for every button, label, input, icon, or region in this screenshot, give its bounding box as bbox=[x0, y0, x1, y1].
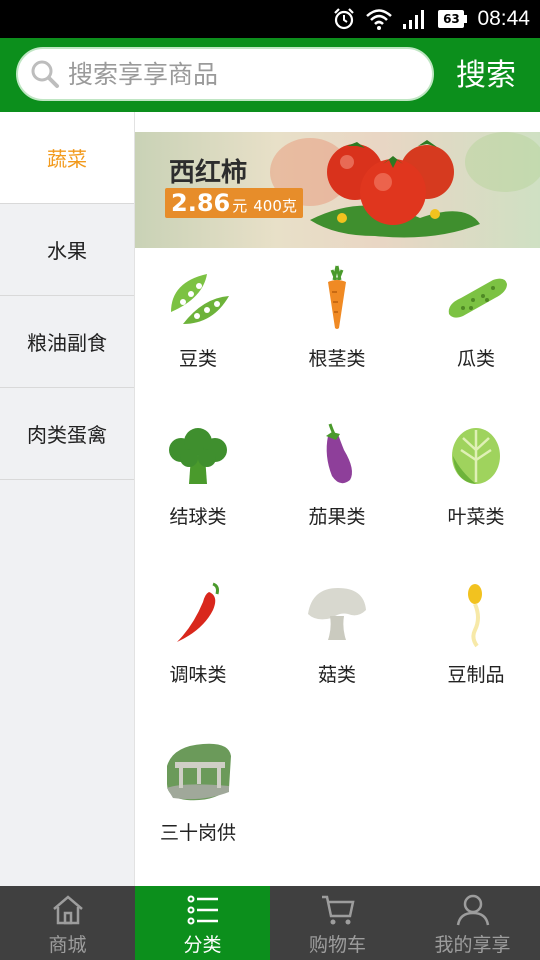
subcategory-beans[interactable]: 豆类 bbox=[135, 248, 261, 404]
home-icon bbox=[52, 895, 83, 925]
signal-icon bbox=[403, 10, 425, 29]
broccoli-icon bbox=[169, 428, 227, 484]
subcategory-heading-vegetables[interactable]: 结球类 bbox=[135, 406, 261, 562]
subcategory-nightshades[interactable]: 茄果类 bbox=[274, 406, 400, 562]
banner-weight: 400克 bbox=[253, 197, 297, 215]
subcategory-label: 菇类 bbox=[317, 664, 356, 686]
subcategory-sanshigang[interactable]: 三十岗供 bbox=[135, 722, 261, 878]
list-icon bbox=[187, 895, 218, 925]
user-icon bbox=[456, 894, 489, 926]
tab-label: 我的享享 bbox=[434, 934, 511, 956]
subcategory-label: 结球类 bbox=[169, 506, 227, 528]
gateway-photo-icon bbox=[167, 743, 231, 801]
banner-price-unit: 元 bbox=[232, 197, 248, 215]
tab-my-account[interactable]: 我的享享 bbox=[405, 886, 540, 960]
subcategory-label: 叶菜类 bbox=[447, 506, 505, 528]
subcategory-label: 茄果类 bbox=[308, 506, 366, 528]
category-content: 西红柿 2.86 元 400克 豆类 根茎类 瓜类 结球类 茄果类 叶菜类 调味… bbox=[135, 112, 540, 886]
search-box[interactable] bbox=[16, 47, 434, 101]
subcategory-gourds[interactable]: 瓜类 bbox=[413, 248, 539, 404]
wifi-icon bbox=[366, 9, 393, 30]
banner-price: 2.86 bbox=[171, 189, 231, 217]
status-time: 08:44 bbox=[477, 7, 530, 30]
pea-pod-icon bbox=[171, 274, 229, 324]
subcategory-soy-products[interactable]: 豆制品 bbox=[413, 564, 539, 720]
bean-sprout-icon bbox=[468, 584, 482, 648]
status-bar: 63 08:44 bbox=[0, 0, 540, 38]
cabbage-icon bbox=[452, 428, 500, 484]
mushroom-icon bbox=[308, 588, 366, 640]
search-input[interactable] bbox=[68, 59, 408, 89]
battery-icon: 63 bbox=[438, 10, 468, 28]
tab-mall[interactable]: 商城 bbox=[0, 886, 135, 960]
search-button[interactable]: 搜索 bbox=[450, 56, 522, 96]
tab-label: 分类 bbox=[183, 934, 222, 956]
alarm-icon bbox=[334, 8, 355, 30]
category-sidebar: 蔬菜 水果 粮油副食 肉类蛋禽 bbox=[0, 112, 135, 886]
subcategory-leafy-greens[interactable]: 叶菜类 bbox=[413, 406, 539, 562]
carrot-icon bbox=[328, 265, 346, 329]
sidebar-item-fruits[interactable]: 水果 bbox=[0, 204, 134, 296]
eggplant-icon bbox=[326, 423, 352, 484]
cucumber-icon bbox=[448, 278, 507, 318]
promo-banner[interactable]: 西红柿 2.86 元 400克 bbox=[135, 132, 540, 248]
tab-label: 商城 bbox=[48, 934, 87, 956]
banner-title: 西红柿 bbox=[169, 158, 248, 188]
sidebar-item-grain-oil[interactable]: 粮油副食 bbox=[0, 296, 134, 388]
subcategory-label: 豆类 bbox=[178, 348, 217, 370]
sidebar-item-meat-eggs[interactable]: 肉类蛋禽 bbox=[0, 388, 134, 480]
subcategory-label: 根茎类 bbox=[308, 348, 366, 370]
subcategory-label: 调味类 bbox=[169, 664, 227, 686]
banner-price-tag: 2.86 元 400克 bbox=[165, 188, 303, 218]
subcategory-label: 三十岗供 bbox=[159, 822, 236, 844]
search-icon bbox=[31, 60, 59, 88]
subcategory-root-vegetables[interactable]: 根茎类 bbox=[274, 248, 400, 404]
cart-icon bbox=[321, 895, 355, 925]
tab-category[interactable]: 分类 bbox=[135, 886, 270, 960]
header: 搜索 bbox=[0, 38, 540, 112]
battery-level: 63 bbox=[438, 10, 465, 28]
bottom-tab-bar: 商城 分类 购物车 我的享享 bbox=[0, 886, 540, 960]
chili-pepper-icon bbox=[177, 582, 219, 642]
tab-cart[interactable]: 购物车 bbox=[270, 886, 405, 960]
subcategory-label: 豆制品 bbox=[447, 664, 505, 686]
subcategory-mushrooms[interactable]: 菇类 bbox=[274, 564, 400, 720]
sidebar-item-vegetables[interactable]: 蔬菜 bbox=[0, 112, 134, 204]
tab-label: 购物车 bbox=[308, 934, 366, 956]
subcategory-label: 瓜类 bbox=[456, 348, 495, 370]
subcategory-seasonings[interactable]: 调味类 bbox=[135, 564, 261, 720]
